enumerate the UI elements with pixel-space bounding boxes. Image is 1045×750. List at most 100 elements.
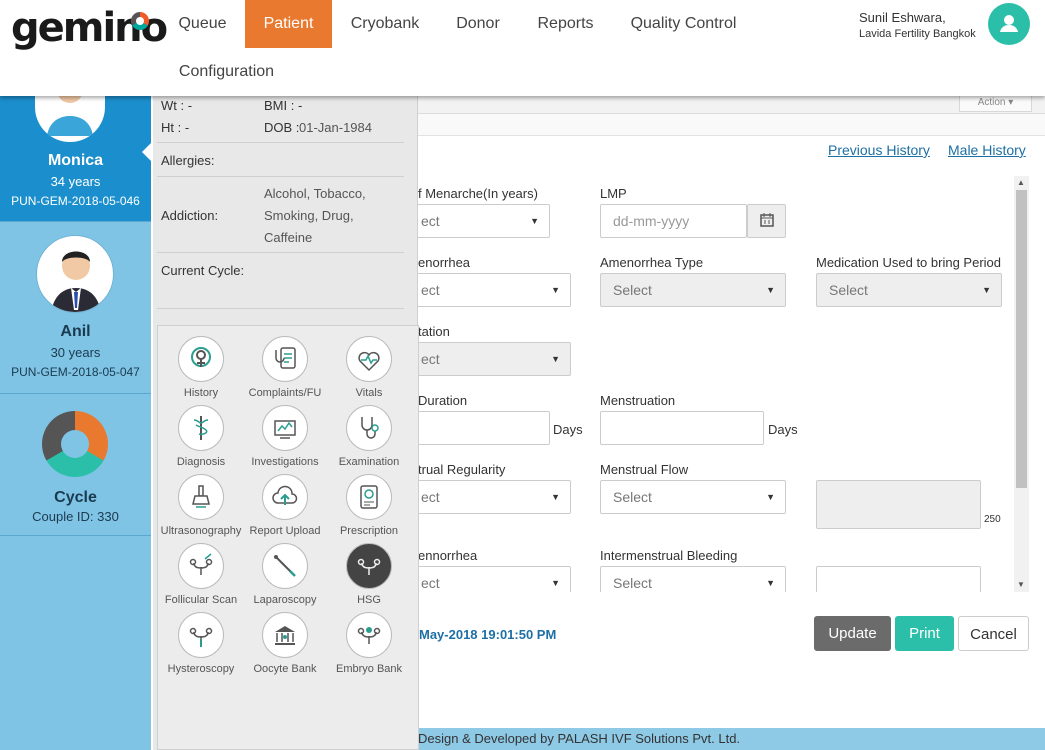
days-unit: Days — [768, 422, 798, 437]
print-button[interactable]: Print — [895, 616, 954, 651]
module-hysteroscopy[interactable]: Hysteroscopy — [159, 612, 243, 675]
addiction-value: Smoking, Drug, — [264, 208, 354, 223]
lmp-label: LMP — [600, 186, 627, 201]
embryo-bank-icon — [357, 627, 381, 644]
nav-queue[interactable]: Queue — [160, 0, 245, 48]
select-arrow-icon: ▼ — [766, 285, 775, 295]
patient-sidebar: Monica 34 years PUN-GEM-2018-05-046 Anil… — [0, 80, 151, 750]
regularity-select[interactable]: ect ▼ — [418, 480, 571, 514]
scroll-thumb[interactable] — [1016, 190, 1027, 488]
scroll-down-icon: ▼ — [1017, 580, 1025, 589]
history-form: f Menarche(In years) ect ▼ LMP dd-mm-yyyy… — [418, 174, 1029, 592]
module-laparoscopy[interactable]: Laparoscopy — [243, 543, 327, 606]
nav-quality-control[interactable]: Quality Control — [613, 0, 754, 48]
module-vitals[interactable]: Vitals — [327, 336, 411, 399]
medication-select[interactable]: Select ▼ — [816, 273, 1002, 307]
intermenstrual-select[interactable]: Select ▼ — [600, 566, 786, 592]
tation-select[interactable]: ect ▼ — [418, 342, 571, 376]
patient-name: Monica — [47, 152, 104, 169]
current-cycle-label: Current Cycle: — [161, 263, 245, 278]
divider — [157, 252, 404, 253]
module-prescription[interactable]: Prescription — [327, 474, 411, 537]
module-follicular-scan[interactable]: Follicular Scan — [159, 543, 243, 606]
logo-mark-icon — [131, 12, 149, 30]
module-oocyte-bank[interactable]: Oocyte Bank — [243, 612, 327, 675]
menarche-select[interactable]: ect ▼ — [418, 204, 550, 238]
menstruation-label: Menstruation — [600, 393, 676, 408]
hysteroscopy-icon — [189, 627, 213, 647]
menstrual-flow-select[interactable]: Select ▼ — [600, 480, 786, 514]
module-history[interactable]: History — [159, 336, 243, 399]
select-arrow-icon: ▼ — [551, 492, 560, 502]
top-header: gemino Queue Patient Cryobank Donor Repo… — [0, 0, 1045, 96]
divider — [157, 142, 404, 143]
select-arrow-icon: ▼ — [766, 492, 775, 502]
patient-card-anil[interactable]: Anil 30 years PUN-GEM-2018-05-047 — [0, 222, 151, 394]
calendar-button[interactable] — [747, 204, 786, 238]
nav-cryobank[interactable]: Cryobank — [332, 0, 438, 48]
nav-configuration[interactable]: Configuration — [160, 48, 293, 96]
previous-history-link[interactable]: Previous History — [828, 142, 930, 158]
prescription-icon — [360, 485, 378, 509]
char-counter: 250 — [984, 514, 1001, 525]
module-embryo-bank[interactable]: Embryo Bank — [327, 612, 411, 675]
nav-patient[interactable]: Patient — [245, 0, 332, 48]
lmp-date-input[interactable]: dd-mm-yyyy — [600, 204, 747, 238]
duration-input[interactable] — [418, 411, 550, 445]
medication-label: Medication Used to bring Period — [816, 255, 1001, 270]
user-avatar-icon[interactable] — [988, 3, 1030, 45]
remarks-textarea[interactable] — [816, 480, 981, 529]
diagnosis-icon — [193, 416, 209, 440]
module-diagnosis[interactable]: Diagnosis — [159, 405, 243, 468]
report-upload-icon — [272, 485, 298, 505]
male-history-link[interactable]: Male History — [948, 142, 1026, 158]
main-content: Action ▾ Previous History Male History f… — [418, 92, 1045, 750]
patient-age: 30 years — [50, 345, 101, 360]
follicular-scan-icon — [189, 553, 213, 575]
nav-donor[interactable]: Donor — [438, 0, 518, 48]
module-report-upload[interactable]: Report Upload — [243, 474, 327, 537]
divider — [157, 176, 404, 177]
amenorrhea-type-select[interactable]: Select ▼ — [600, 273, 786, 307]
examination-icon — [361, 417, 379, 439]
allergies-label: Allergies: — [161, 153, 215, 168]
sub-toolbar — [418, 114, 1045, 136]
cancel-button[interactable]: Cancel — [958, 616, 1029, 651]
dob-label: DOB : — [264, 120, 300, 135]
intermenstrual-input[interactable] — [816, 566, 981, 592]
intermenstrual-label: Intermenstrual Bleeding — [600, 548, 738, 563]
tation-label: tation — [418, 324, 450, 339]
module-icon-panel: History Complaints/FU Vitals Diagnosis I… — [157, 325, 419, 750]
module-ultrasonography[interactable]: Ultrasonography — [159, 474, 243, 537]
ultrasonography-icon — [192, 485, 210, 508]
addiction-value: Caffeine — [264, 230, 313, 245]
nav-reports[interactable]: Reports — [518, 0, 613, 48]
regularity-label: trual Regularity — [418, 462, 506, 477]
select-arrow-icon: ▼ — [530, 216, 539, 226]
ennorrhea-select[interactable]: ect ▼ — [418, 566, 571, 592]
module-investigations[interactable]: Investigations — [243, 405, 327, 468]
investigations-icon — [274, 420, 296, 439]
calendar-icon — [760, 213, 774, 227]
dob-value: 01-Jan-1984 — [299, 120, 372, 135]
ennorrhea-label: ennorrhea — [418, 548, 478, 563]
update-button[interactable]: Update — [814, 616, 891, 651]
amenorrhea-select[interactable]: ect ▼ — [418, 273, 571, 307]
couple-cycle-card[interactable]: Cycle Couple ID: 330 — [0, 394, 151, 536]
module-hsg[interactable]: HSG — [327, 543, 411, 606]
cycle-icon — [42, 411, 108, 477]
patient-card-monica[interactable]: Monica 34 years PUN-GEM-2018-05-046 — [0, 80, 151, 222]
module-examination[interactable]: Examination — [327, 405, 411, 468]
amenorrhea-type-label: Amenorrhea Type — [600, 255, 704, 270]
vitals-icon — [358, 351, 380, 372]
active-caret-icon — [142, 142, 152, 162]
scroll-up-icon: ▲ — [1017, 178, 1025, 187]
form-scrollbar[interactable]: ▲ ▼ — [1014, 176, 1029, 592]
module-complaints-fu[interactable]: Complaints/FU — [243, 336, 327, 399]
patient-id: PUN-GEM-2018-05-046 — [11, 194, 140, 208]
divider — [157, 308, 404, 309]
menstruation-input[interactable] — [600, 411, 764, 445]
last-updated-timestamp: May-2018 19:01:50 PM — [419, 627, 557, 642]
days-unit: Days — [553, 422, 583, 437]
menarche-label: f Menarche(In years) — [418, 186, 538, 201]
